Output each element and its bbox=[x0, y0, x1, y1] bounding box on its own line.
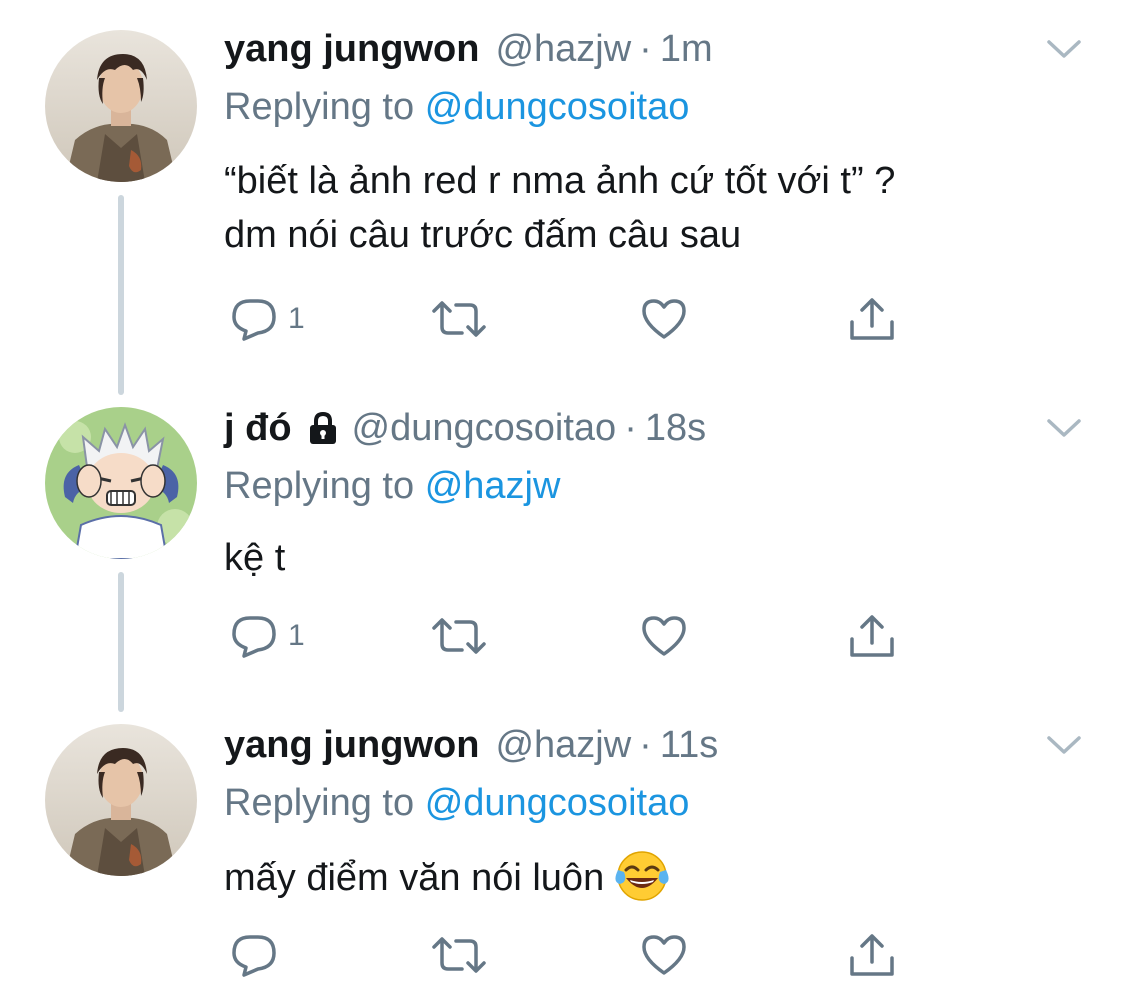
tweet-header: yang jungwon @hazjw · 11s bbox=[224, 718, 718, 772]
tweet-header: yang jungwon @hazjw · 1m bbox=[224, 22, 713, 76]
timestamp[interactable]: 1m bbox=[660, 22, 713, 76]
retweet-icon bbox=[430, 616, 488, 656]
replying-to-handle[interactable]: @dungcosoitao bbox=[425, 86, 690, 128]
reply-count: 1 bbox=[288, 619, 305, 652]
separator-dot: · bbox=[639, 28, 652, 70]
retweet-button[interactable] bbox=[430, 294, 488, 344]
tweet-text-line: “biết là ảnh red r nma ảnh cứ tốt với t”… bbox=[224, 160, 896, 202]
avatar[interactable] bbox=[45, 724, 197, 876]
user-handle[interactable]: @dungcosoitao bbox=[352, 401, 617, 455]
share-icon bbox=[848, 296, 896, 342]
retweet-icon bbox=[430, 935, 488, 975]
replying-prefix: Replying to bbox=[224, 86, 415, 128]
timestamp[interactable]: 11s bbox=[660, 718, 718, 772]
reply-icon bbox=[230, 933, 278, 977]
tweet-text-line: dm nói câu trước đấm câu sau bbox=[224, 214, 742, 256]
tweet-text: mấy điểm văn nói luôn bbox=[224, 848, 670, 905]
display-name[interactable]: j đó bbox=[224, 401, 292, 455]
lock-icon bbox=[308, 411, 338, 445]
chevron-down-icon[interactable] bbox=[1044, 36, 1084, 62]
replying-to: Replying to @hazjw bbox=[224, 461, 560, 511]
tweet[interactable]: yang jungwon @hazjw · 1m Replying to @du… bbox=[0, 22, 1125, 362]
replying-to: Replying to @dungcosoitao bbox=[224, 778, 689, 828]
avatar[interactable] bbox=[45, 407, 197, 559]
tears-of-joy-emoji bbox=[614, 848, 670, 904]
reply-button[interactable]: 1 bbox=[230, 611, 305, 661]
like-icon bbox=[640, 297, 688, 341]
tweet[interactable]: yang jungwon @hazjw · 11s Replying to @d… bbox=[0, 718, 1125, 1002]
share-button[interactable] bbox=[848, 611, 896, 661]
like-icon bbox=[640, 933, 688, 977]
replying-to: Replying to @dungcosoitao bbox=[224, 82, 689, 132]
tweet-text-line: mấy điểm văn nói luôn bbox=[224, 857, 605, 899]
share-icon bbox=[848, 932, 896, 978]
display-name[interactable]: yang jungwon bbox=[224, 718, 479, 772]
retweet-icon bbox=[430, 299, 488, 339]
replying-prefix: Replying to bbox=[224, 465, 415, 507]
like-button[interactable] bbox=[640, 930, 688, 980]
timestamp[interactable]: 18s bbox=[645, 401, 706, 455]
reply-icon bbox=[230, 297, 278, 341]
replying-prefix: Replying to bbox=[224, 782, 415, 824]
separator-dot: · bbox=[639, 724, 652, 766]
tweet-text-line: kệ t bbox=[224, 537, 286, 579]
tweet-text: “biết là ảnh red r nma ảnh cứ tốt với t”… bbox=[224, 154, 895, 262]
retweet-button[interactable] bbox=[430, 611, 488, 661]
replying-to-handle[interactable]: @dungcosoitao bbox=[425, 782, 690, 824]
retweet-button[interactable] bbox=[430, 930, 488, 980]
user-handle[interactable]: @hazjw bbox=[495, 718, 631, 772]
like-button[interactable] bbox=[640, 611, 688, 661]
reply-count: 1 bbox=[288, 302, 305, 335]
tweet-text: kệ t bbox=[224, 531, 285, 585]
tweet-actions: 1 bbox=[224, 611, 924, 661]
replying-to-handle[interactable]: @hazjw bbox=[425, 465, 561, 507]
separator-dot: · bbox=[624, 407, 637, 449]
like-icon bbox=[640, 614, 688, 658]
avatar[interactable] bbox=[45, 30, 197, 182]
reply-icon bbox=[230, 614, 278, 658]
share-button[interactable] bbox=[848, 930, 896, 980]
chevron-down-icon[interactable] bbox=[1044, 732, 1084, 758]
share-button[interactable] bbox=[848, 294, 896, 344]
chevron-down-icon[interactable] bbox=[1044, 415, 1084, 441]
reply-button[interactable] bbox=[230, 930, 288, 980]
tweet[interactable]: j đó @dungcosoitao · 18s Replying to @ha… bbox=[0, 401, 1125, 701]
share-icon bbox=[848, 613, 896, 659]
tweet-actions: 1 bbox=[224, 294, 924, 344]
user-handle[interactable]: @hazjw bbox=[495, 22, 631, 76]
like-button[interactable] bbox=[640, 294, 688, 344]
display-name[interactable]: yang jungwon bbox=[224, 22, 479, 76]
reply-button[interactable]: 1 bbox=[230, 294, 305, 344]
tweet-header: j đó @dungcosoitao · 18s bbox=[224, 401, 706, 455]
tweet-actions bbox=[224, 930, 924, 980]
